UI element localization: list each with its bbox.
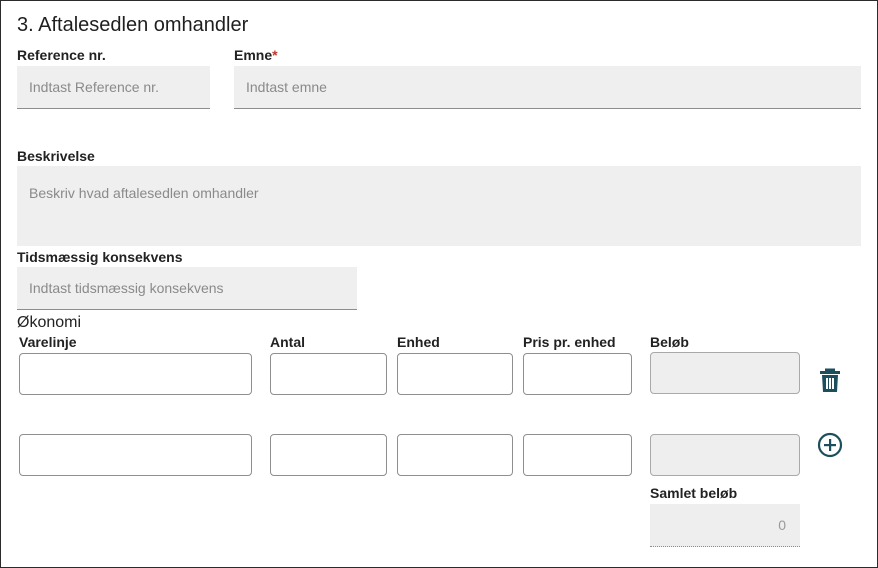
col-header-belob: Beløb (650, 334, 689, 350)
beskrivelse-label: Beskrivelse (17, 148, 95, 164)
section-title: 3. Aftalesedlen omhandler (17, 14, 249, 36)
enhed-input[interactable] (397, 434, 513, 476)
col-header-pris: Pris pr. enhed (523, 334, 616, 350)
okonomi-title: Økonomi (17, 314, 82, 331)
col-header-varelinje: Varelinje (19, 334, 77, 350)
col-header-antal: Antal (270, 334, 305, 350)
delete-row-button[interactable] (816, 366, 844, 394)
emne-label-text: Emne (234, 47, 273, 63)
tids-label: Tidsmæssig konsekvens (17, 249, 183, 265)
emne-input[interactable] (234, 66, 861, 109)
antal-input[interactable] (270, 353, 387, 395)
plus-circle-icon (817, 432, 843, 458)
varelinje-input[interactable] (19, 434, 252, 476)
belob-field (650, 352, 800, 394)
reference-input[interactable] (17, 66, 210, 109)
required-marker: * (272, 47, 278, 63)
pris-input[interactable] (523, 434, 632, 476)
belob-field (650, 434, 800, 476)
total-label: Samlet beløb (650, 485, 738, 501)
beskrivelse-textarea[interactable] (17, 166, 861, 246)
reference-label: Reference nr. (17, 47, 106, 63)
col-header-enhed: Enhed (397, 334, 440, 350)
enhed-input[interactable] (397, 353, 513, 395)
tids-input[interactable] (17, 267, 357, 310)
pris-input[interactable] (523, 353, 632, 395)
emne-label: Emne* (234, 47, 278, 63)
varelinje-input[interactable] (19, 353, 252, 395)
trash-icon (820, 368, 840, 392)
total-amount-field (650, 504, 800, 547)
antal-input[interactable] (270, 434, 387, 476)
add-row-button[interactable] (816, 431, 844, 459)
